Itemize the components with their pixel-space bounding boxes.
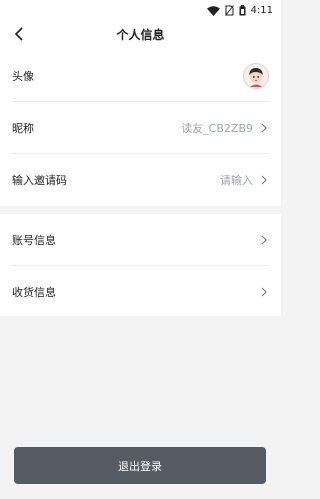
chevron-right-icon	[261, 235, 269, 245]
shipping-info-row[interactable]: 收货信息	[12, 266, 269, 318]
avatar[interactable]	[243, 62, 269, 89]
wifi-icon	[206, 1, 220, 20]
shipping-info-label: 收货信息	[12, 286, 56, 299]
invite-code-row[interactable]: 输入邀请码 请输入	[12, 154, 269, 206]
battery-icon	[239, 1, 246, 20]
logout-button[interactable]: 退出登录	[14, 447, 266, 484]
nickname-row[interactable]: 昵称 读友_CB2ZB9	[12, 102, 269, 154]
avatar-label: 头像	[12, 69, 34, 83]
chevron-right-icon	[261, 123, 269, 133]
chevron-right-icon	[261, 287, 269, 297]
status-time: 4:11	[250, 4, 273, 16]
account-section: 账号信息 收货信息	[0, 214, 281, 316]
status-bar: 4:11	[0, 0, 281, 20]
page-title: 个人信息	[116, 28, 165, 42]
chevron-right-icon	[261, 175, 269, 185]
account-info-row[interactable]: 账号信息	[12, 214, 269, 266]
nav-bar: 个人信息	[0, 20, 281, 50]
avatar-row[interactable]: 头像	[12, 50, 269, 102]
account-info-label: 账号信息	[12, 233, 56, 247]
nickname-value: 读友_CB2ZB9	[181, 121, 253, 135]
nickname-label: 昵称	[12, 121, 34, 135]
profile-section: 头像 昵称 读友_CB2ZB9 输入邀请码 请输入	[0, 50, 281, 206]
invite-code-input[interactable]: 请输入	[220, 172, 253, 188]
invite-code-label: 输入邀请码	[12, 174, 67, 187]
no-sim-icon	[224, 1, 234, 20]
